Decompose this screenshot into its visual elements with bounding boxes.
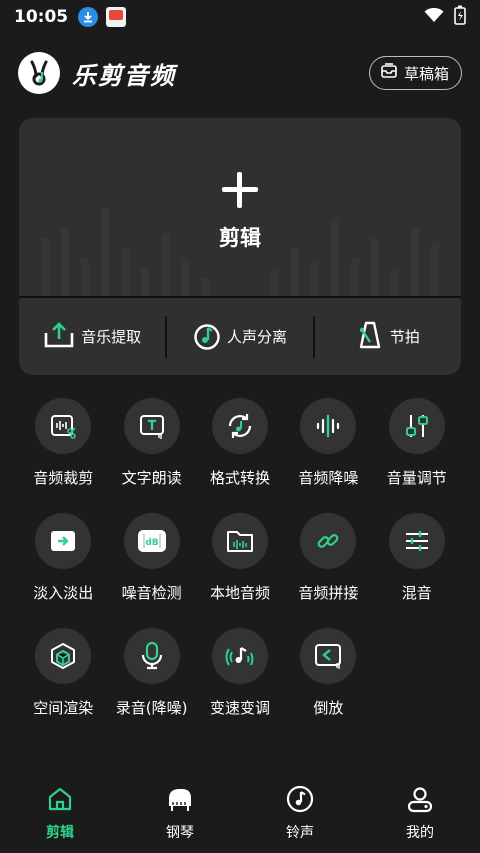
decibel-meter-icon: dB xyxy=(123,513,180,569)
tool-local-audio[interactable]: 本地音频 xyxy=(196,513,284,628)
tool-label: 本地音频 xyxy=(209,584,270,602)
vocal-separation-button[interactable]: 人声分离 xyxy=(167,298,313,375)
drafts-label: 草稿箱 xyxy=(403,64,449,83)
app-logo-icon xyxy=(18,52,60,94)
tool-label: 音频裁剪 xyxy=(33,469,94,487)
nav-label: 钢琴 xyxy=(166,825,194,841)
nav-piano[interactable]: 钢琴 xyxy=(120,776,240,853)
nav-profile[interactable]: 我的 xyxy=(360,776,480,853)
piano-icon xyxy=(165,784,195,814)
battery-icon xyxy=(454,5,466,29)
microphone-icon xyxy=(123,628,180,684)
nav-label: 我的 xyxy=(406,825,434,841)
tool-speed-pitch[interactable]: 变速变调 xyxy=(196,628,284,743)
speed-pitch-icon xyxy=(211,628,268,684)
app-header: 乐剪音频 草稿箱 xyxy=(18,48,462,98)
volume-slider-icon xyxy=(388,398,445,454)
tool-label: 音频降噪 xyxy=(298,469,359,487)
tool-label: 音频拼接 xyxy=(298,584,359,602)
folder-audio-icon xyxy=(211,513,268,569)
edit-label: 剪辑 xyxy=(219,226,261,250)
tool-text-to-speech[interactable]: 文字朗读 xyxy=(107,398,195,513)
drafts-button[interactable]: 草稿箱 xyxy=(368,56,462,90)
tool-label: 变速变调 xyxy=(209,699,270,717)
app-notification-icon xyxy=(106,7,127,27)
music-extract-button[interactable]: 音乐提取 xyxy=(19,298,165,375)
tool-label: 混音 xyxy=(401,584,432,602)
tool-noise-detect[interactable]: dB 噪音检测 xyxy=(107,513,195,628)
reverse-play-icon xyxy=(300,628,357,684)
status-time: 10:05 xyxy=(14,7,69,27)
tool-label: 录音(降噪) xyxy=(115,699,188,717)
tool-record[interactable]: 录音(降噪) xyxy=(107,628,195,743)
tool-noise-reduction[interactable]: 音频降噪 xyxy=(284,398,372,513)
tools-grid: 音频裁剪 文字朗读 格式转换 音频降噪 音量调节 淡入淡出 dB 噪音检测 本地… xyxy=(19,398,461,743)
format-convert-icon xyxy=(211,398,268,454)
tool-label: 音量调节 xyxy=(386,469,447,487)
status-bar: 10:05 xyxy=(0,0,480,34)
nav-ringtone[interactable]: 铃声 xyxy=(240,776,360,853)
edit-main-button[interactable]: 剪辑 xyxy=(19,118,461,296)
noise-reduction-icon xyxy=(300,398,357,454)
home-icon xyxy=(45,784,75,814)
music-note-circle-icon xyxy=(193,320,221,354)
music-disc-icon xyxy=(285,784,315,814)
cube-icon xyxy=(35,628,92,684)
download-notification-icon xyxy=(78,7,99,27)
plus-icon xyxy=(222,172,258,208)
vocal-separation-label: 人声分离 xyxy=(226,328,287,346)
text-to-speech-icon xyxy=(123,398,180,454)
upload-tray-icon xyxy=(43,321,75,353)
sub-actions-row: 音乐提取 人声分离 节拍 xyxy=(19,298,461,375)
mixer-sliders-icon xyxy=(388,513,445,569)
edit-card: 剪辑 音乐提取 人声分离 节拍 xyxy=(19,118,461,375)
profile-icon xyxy=(405,784,435,814)
nav-label: 铃声 xyxy=(286,825,314,841)
link-icon xyxy=(300,513,357,569)
metronome-icon xyxy=(356,320,384,354)
tool-label: 文字朗读 xyxy=(121,469,182,487)
tool-reverse[interactable]: 倒放 xyxy=(284,628,372,743)
tool-spatial-render[interactable]: 空间渲染 xyxy=(19,628,107,743)
tool-label: 倒放 xyxy=(313,699,344,717)
tool-label: 格式转换 xyxy=(209,469,270,487)
tool-label: 淡入淡出 xyxy=(33,584,94,602)
music-extract-label: 音乐提取 xyxy=(81,328,142,346)
wifi-icon xyxy=(424,7,444,27)
tool-volume-adjust[interactable]: 音量调节 xyxy=(373,398,461,513)
tool-format-convert[interactable]: 格式转换 xyxy=(196,398,284,513)
beat-label: 节拍 xyxy=(389,328,420,346)
nav-edit[interactable]: 剪辑 xyxy=(0,776,120,853)
bottom-nav: 剪辑 钢琴 铃声 我的 xyxy=(0,776,480,853)
draft-box-icon xyxy=(380,63,398,83)
audio-trim-icon xyxy=(35,398,92,454)
tool-label: 噪音检测 xyxy=(121,584,182,602)
fade-in-out-icon xyxy=(35,513,92,569)
tool-audio-trim[interactable]: 音频裁剪 xyxy=(19,398,107,513)
nav-label: 剪辑 xyxy=(46,825,74,841)
tool-audio-join[interactable]: 音频拼接 xyxy=(284,513,372,628)
svg-text:dB: dB xyxy=(145,538,158,548)
beat-button[interactable]: 节拍 xyxy=(315,298,461,375)
tool-label: 空间渲染 xyxy=(33,699,94,717)
tool-fade-in-out[interactable]: 淡入淡出 xyxy=(19,513,107,628)
tool-mix[interactable]: 混音 xyxy=(373,513,461,628)
app-title: 乐剪音频 xyxy=(72,61,176,90)
